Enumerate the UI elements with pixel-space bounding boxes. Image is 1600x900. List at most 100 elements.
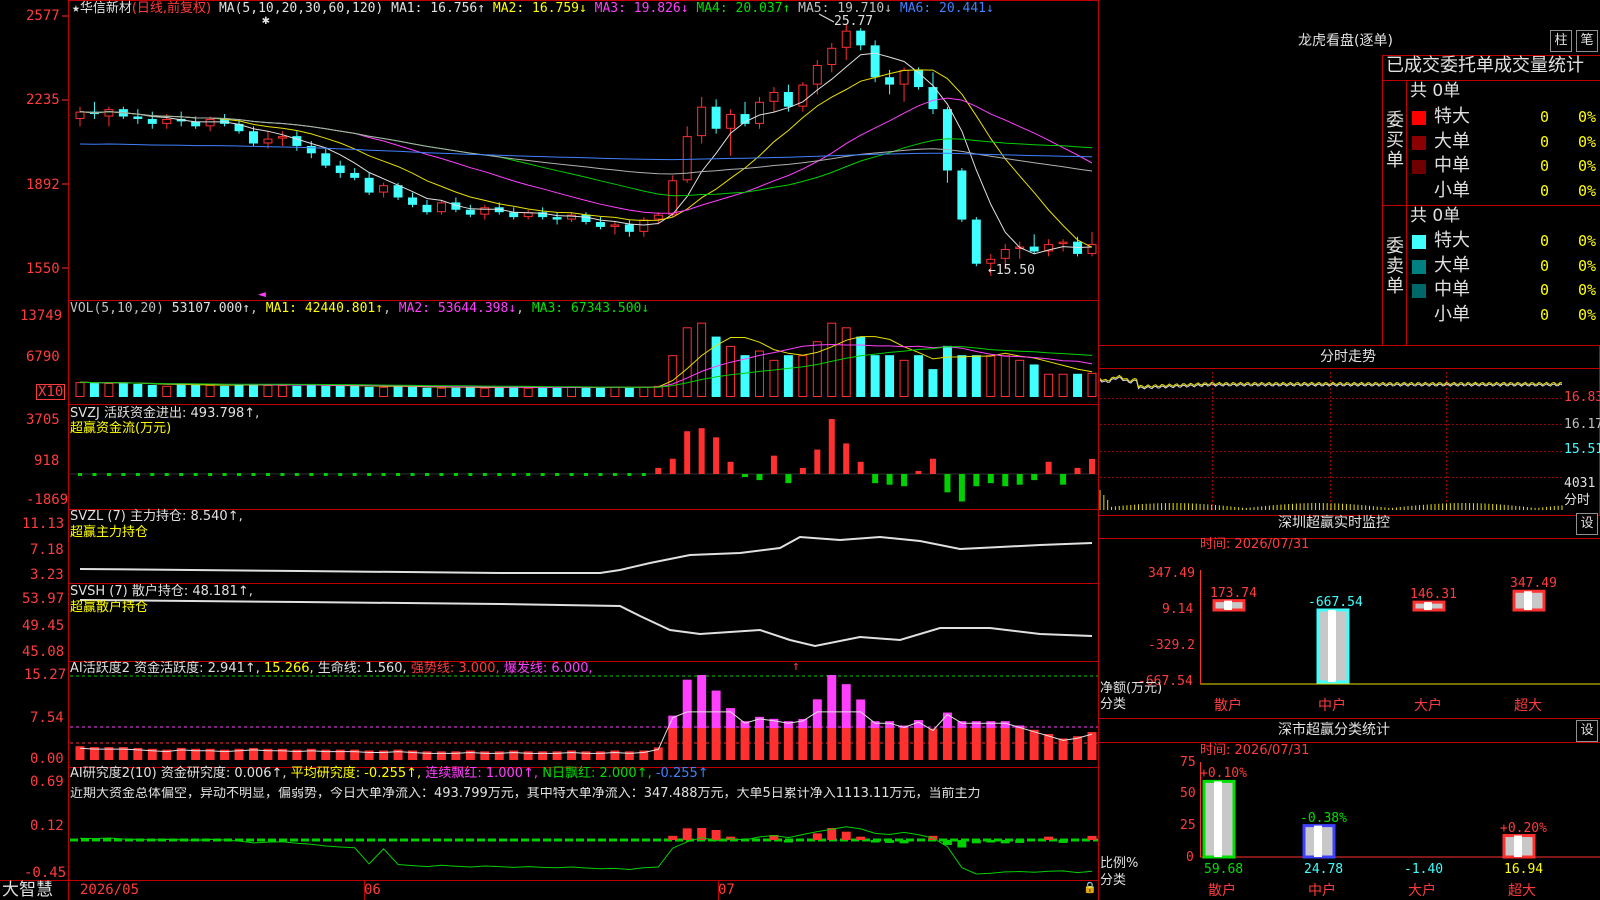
volume-bar <box>523 387 533 397</box>
research-bar <box>783 840 793 843</box>
sell-total: 共 0单 <box>1410 206 1461 226</box>
stock-name[interactable]: 华信新材 <box>80 1 132 16</box>
research-bar <box>971 840 981 844</box>
activity-bar <box>755 728 764 760</box>
volume-bar <box>118 383 128 397</box>
activity-bar <box>538 751 548 760</box>
volume-bar <box>1073 373 1083 397</box>
monitor-axis-label: 9.14 <box>1162 602 1194 617</box>
svsh-subtitle: 超赢散户持仓 <box>70 600 149 615</box>
classify-axis-label: 25 <box>1180 818 1196 833</box>
svzj-bar <box>756 474 763 481</box>
sell-row-swatch <box>1412 259 1426 274</box>
svzj-bar <box>352 473 357 476</box>
vol-axis-label: 13749 <box>20 308 63 324</box>
chart-mode[interactable]: (日线,前复权) <box>132 1 211 16</box>
svzj-bar <box>872 474 879 484</box>
volume-bar <box>89 383 99 397</box>
volume-bar <box>769 359 779 397</box>
research-bar <box>682 828 692 840</box>
classify-settings-button[interactable]: 设 <box>1576 720 1598 742</box>
activity-bar <box>870 721 880 728</box>
sell-row-name: 小单 <box>1434 303 1470 325</box>
volume-bar <box>1015 359 1025 397</box>
favorite-star-icon[interactable]: ★ <box>72 1 80 16</box>
monitor-axis-label: -329.2 <box>1148 638 1195 653</box>
activity-bar <box>567 750 577 760</box>
svzj-bar <box>338 473 343 476</box>
ai1-axis-label: 7.54 <box>30 710 64 726</box>
svsh-axis-label: 53.97 <box>22 591 65 607</box>
tick-view-button[interactable]: 笔 <box>1576 30 1598 52</box>
candle-body <box>870 45 880 78</box>
bar-view-button[interactable]: 柱 <box>1550 30 1572 52</box>
candle-body <box>552 217 562 220</box>
stock-chart-canvas[interactable] <box>0 0 1600 900</box>
intraday-price-label: 16.17 <box>1564 417 1600 432</box>
svzj-bar <box>208 473 213 476</box>
intraday-price-line <box>1099 376 1563 390</box>
low-price-label: ←15.50 <box>988 263 1035 278</box>
candle-body <box>379 185 389 193</box>
research-bar <box>1044 836 1054 840</box>
volume-bar <box>494 387 504 397</box>
ma-legend-item: MA2: 16.759↓ <box>485 1 587 16</box>
svzj-bar <box>1060 474 1067 485</box>
svzj-axis-label: 918 <box>34 453 60 469</box>
ma-legend-item: MA6: 20.441↓ <box>892 1 994 16</box>
volume-bar <box>263 384 273 397</box>
svzj-bar <box>698 428 705 474</box>
activity-bar <box>1058 738 1068 760</box>
activity-bar <box>1073 736 1083 760</box>
classify-date: 时间: 2026/07/31 <box>1200 743 1310 758</box>
ai1-legend: AI活跃度2 资金活跃度: 2.941↑, 15.266, 生命线: 1.560… <box>70 661 593 676</box>
svzj-bar <box>929 458 936 474</box>
volume-bar <box>942 345 952 397</box>
monitor-settings-button[interactable]: 设 <box>1576 513 1598 535</box>
volume-bar <box>653 385 663 397</box>
candle-body <box>509 212 519 218</box>
sell-row-pct: 0% <box>1578 305 1597 324</box>
research-bar <box>1000 840 1010 844</box>
volume-bar <box>639 386 649 397</box>
marker-icon: ◄ <box>258 287 266 302</box>
volume-bar <box>1058 373 1068 398</box>
vol-scale-label[interactable]: X10 <box>36 384 66 400</box>
buy-row-swatch <box>1412 184 1426 199</box>
svzj-bar <box>843 443 850 474</box>
activity-bar <box>971 728 981 760</box>
svzj-bar <box>309 473 314 476</box>
vol-legend: VOL(5,10,20) 53107.000↑, MA1: 42440.801↑… <box>70 301 650 316</box>
activity-bar <box>957 728 967 760</box>
lock-icon[interactable]: 🔒 <box>1083 882 1097 893</box>
sell-row-count: 0 <box>1540 305 1550 324</box>
activity-bar <box>682 679 692 728</box>
activity-bar <box>740 728 750 760</box>
candle-body <box>783 91 793 107</box>
classify-category-label: 大户 <box>1408 883 1436 899</box>
buy-row-pct: 0% <box>1578 108 1597 126</box>
activity-bar <box>480 751 490 760</box>
buy-row-pct: 0% <box>1578 157 1597 175</box>
volume-bar <box>755 350 764 398</box>
classify-bar-highlight <box>1214 781 1222 857</box>
volume-bar <box>726 345 736 397</box>
sell-row-pct: 0% <box>1578 232 1597 250</box>
svzj-bar <box>569 473 574 476</box>
candle-body <box>249 131 258 144</box>
activity-bar <box>928 728 938 760</box>
activity-bar <box>783 728 793 760</box>
svzj-bar <box>540 473 545 476</box>
ma-legend-item: MA1: 16.756↑ <box>391 1 486 16</box>
svzj-bar <box>857 461 864 474</box>
price-axis-label: 1892 <box>26 177 60 193</box>
svzj-bar <box>958 474 965 502</box>
activity-bar <box>1029 729 1039 760</box>
monitor-category-label: 散户 <box>1214 698 1242 714</box>
candle-body <box>942 109 952 171</box>
svzj-bar <box>396 473 401 476</box>
candle-body <box>408 197 417 205</box>
sell-row-swatch <box>1412 235 1426 249</box>
activity-bar <box>595 751 605 760</box>
volume-bar <box>321 385 331 397</box>
